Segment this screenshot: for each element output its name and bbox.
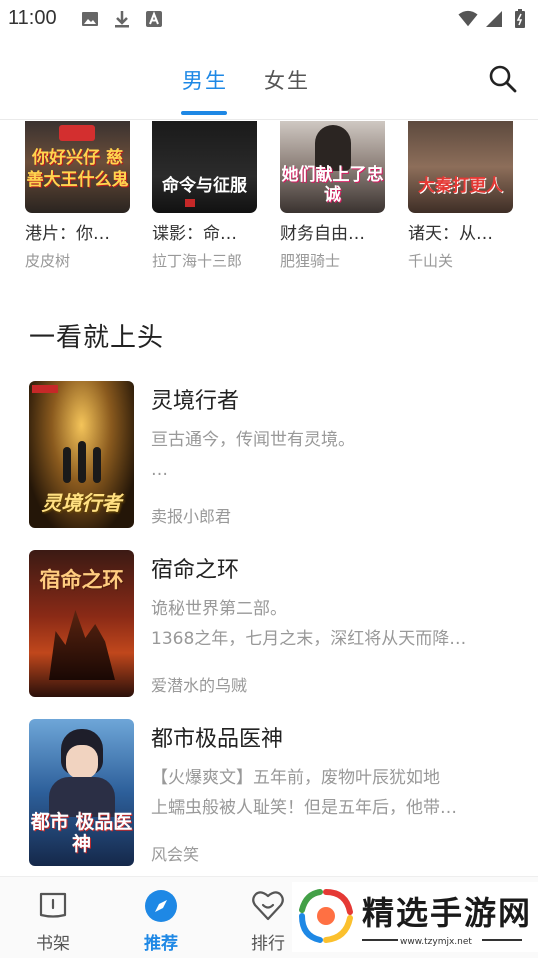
book-cover: 你好兴仔 慈善大王什么鬼 [25, 121, 130, 213]
book-description: 【火爆爽文】五年前，废物叶辰犹如地 上蠕虫般被人耻笑！但是五年后，他带… [151, 768, 457, 818]
book-card[interactable]: 你好兴仔 慈善大王什么鬼 港片：你… 皮皮树 [25, 121, 135, 271]
book-list-item[interactable]: 宿命之环 宿命之环 诡秘世界第二部。 1368之年，七月之末，深红将从天而降… … [29, 550, 519, 698]
book-author: 卖报小郎君 [151, 507, 232, 526]
book-description: 亘古通今，传闻世有灵境。 … [151, 430, 355, 480]
book-card[interactable]: 命令与征服 谍影：命… 拉丁海十三郎 [152, 121, 262, 271]
watermark: 精选手游网 www.tzymjx.net [292, 882, 538, 952]
book-title: 谍影：命… [152, 224, 237, 244]
book-author: 千山关 [408, 252, 454, 270]
tab-female[interactable]: 女生 [264, 65, 310, 95]
search-icon[interactable] [488, 64, 518, 94]
book-author: 肥狸骑士 [280, 252, 341, 270]
book-title: 诸天：从… [408, 224, 493, 244]
watermark-text: 精选手游网 [362, 894, 533, 932]
book-author: 风会笑 [151, 845, 200, 864]
tab-male[interactable]: 男生 [182, 65, 228, 95]
compass-icon [144, 889, 178, 923]
book-description: 诡秘世界第二部。 1368之年，七月之末，深红将从天而降… [151, 599, 467, 649]
bookshelf-icon [36, 889, 70, 923]
book-title: 宿命之环 [151, 558, 240, 583]
book-title: 财务自由… [280, 224, 365, 244]
nav-recommend[interactable]: 推荐 [126, 889, 196, 954]
font-icon [144, 9, 164, 29]
cover-art-text: 她们献上了忠诚 [281, 165, 384, 205]
book-list-item[interactable]: 灵境行者 灵境行者 亘古通今，传闻世有灵境。 … 卖报小郎君 [29, 381, 519, 529]
watermark-divider [482, 939, 522, 941]
ranking-icon [251, 889, 285, 923]
image-icon [80, 9, 100, 29]
book-author: 爱潜水的乌贼 [151, 676, 248, 695]
cover-art-text: 你好兴仔 慈善大王什么鬼 [26, 148, 129, 190]
status-bar: 11:00 [0, 0, 538, 38]
watermark-url: www.tzymjx.net [400, 937, 472, 947]
book-cover: 灵境行者 [29, 381, 134, 528]
book-cover: 她们献上了忠诚 [280, 121, 385, 213]
book-title: 都市极品医神 [151, 727, 284, 752]
watermark-logo-icon [298, 888, 354, 944]
book-author: 拉丁海十三郎 [152, 252, 243, 270]
book-title: 港片：你… [25, 224, 110, 244]
book-cover: 命令与征服 [152, 121, 257, 213]
battery-icon [510, 9, 530, 29]
book-title: 灵境行者 [151, 389, 240, 414]
book-card[interactable]: 她们献上了忠诚 财务自由… 肥狸骑士 [280, 121, 390, 271]
nav-bookshelf[interactable]: 书架 [18, 889, 88, 954]
cover-art-text: 都市 极品医神 [30, 811, 133, 855]
cover-art-text: 大秦打更人 [418, 176, 503, 196]
book-cover: 都市 极品医神 [29, 719, 134, 866]
book-cover: 大秦打更人 [408, 121, 513, 213]
horizontal-book-list: 你好兴仔 慈善大王什么鬼 港片：你… 皮皮树 命令与征服 谍影：命… 拉丁海十三… [0, 121, 538, 271]
wifi-icon [458, 9, 478, 29]
book-card[interactable]: 大秦打更人 诸天：从… 千山关 [408, 121, 518, 271]
active-tab-indicator [181, 111, 227, 115]
signal-icon [484, 9, 504, 29]
section-title: 一看就上头 [29, 323, 165, 353]
book-author: 皮皮树 [25, 252, 71, 270]
cover-art-text: 宿命之环 [39, 568, 124, 592]
top-tab-bar: 男生 女生 [0, 38, 538, 120]
watermark-divider [362, 939, 398, 941]
status-notification-icons [80, 9, 164, 29]
cover-art-text: 命令与征服 [162, 176, 247, 196]
status-system-icons [458, 9, 530, 29]
download-icon [112, 9, 132, 29]
status-time: 11:00 [8, 7, 57, 29]
book-list-item[interactable]: 都市 极品医神 都市极品医神 【火爆爽文】五年前，废物叶辰犹如地 上蠕虫般被人耻… [29, 719, 519, 867]
book-cover: 宿命之环 [29, 550, 134, 697]
cover-art-text: 灵境行者 [41, 491, 122, 515]
